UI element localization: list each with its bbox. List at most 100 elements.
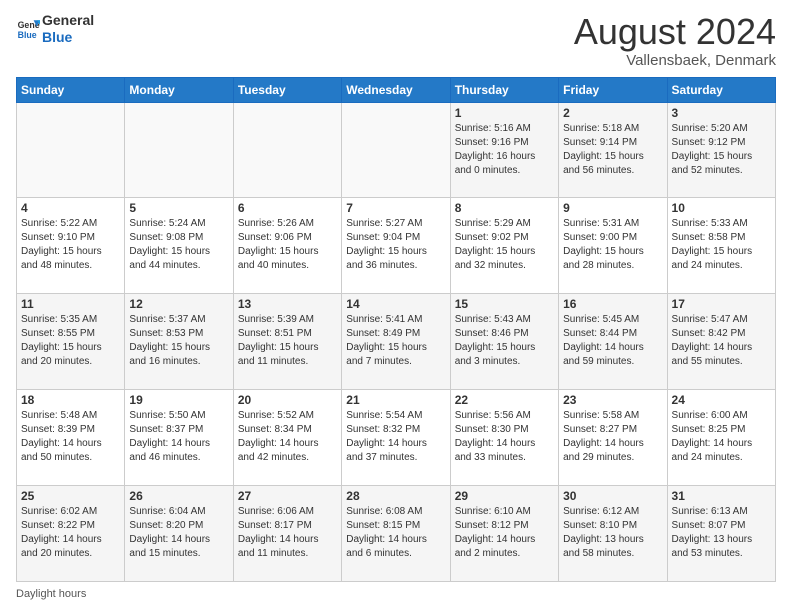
day-number: 8 <box>455 201 554 215</box>
header-row: SundayMondayTuesdayWednesdayThursdayFrid… <box>17 77 776 102</box>
calendar-header: SundayMondayTuesdayWednesdayThursdayFrid… <box>17 77 776 102</box>
day-number: 24 <box>672 393 771 407</box>
day-info: Sunrise: 5:45 AM Sunset: 8:44 PM Dayligh… <box>563 313 662 369</box>
day-info: Sunrise: 6:02 AM Sunset: 8:22 PM Dayligh… <box>21 505 120 561</box>
day-info: Sunrise: 5:29 AM Sunset: 9:02 PM Dayligh… <box>455 217 554 273</box>
day-info: Sunrise: 5:16 AM Sunset: 9:16 PM Dayligh… <box>455 122 554 178</box>
day-info: Sunrise: 5:33 AM Sunset: 8:58 PM Dayligh… <box>672 217 771 273</box>
day-number: 21 <box>346 393 445 407</box>
header-sunday: Sunday <box>17 77 125 102</box>
day-number: 3 <box>672 106 771 120</box>
day-info: Sunrise: 6:10 AM Sunset: 8:12 PM Dayligh… <box>455 505 554 561</box>
day-cell: 20Sunrise: 5:52 AM Sunset: 8:34 PM Dayli… <box>233 390 341 486</box>
day-info: Sunrise: 6:00 AM Sunset: 8:25 PM Dayligh… <box>672 409 771 465</box>
day-info: Sunrise: 5:41 AM Sunset: 8:49 PM Dayligh… <box>346 313 445 369</box>
day-number: 18 <box>21 393 120 407</box>
day-number: 5 <box>129 201 228 215</box>
day-number: 28 <box>346 489 445 503</box>
day-cell: 19 Sunrise: 5:50 AM Sunset: 8:37 PM Dayli… <box>125 390 233 486</box>
day-cell: 4 Sunrise: 5:22 AM Sunset: 9:10 PM Daylig… <box>17 198 125 294</box>
week-row-1: 4 Sunrise: 5:22 AM Sunset: 9:10 PM Daylig… <box>17 198 776 294</box>
day-info: Sunrise: 6:12 AM Sunset: 8:10 PM Dayligh… <box>563 505 662 561</box>
day-cell <box>233 102 341 198</box>
day-info: Sunrise: 5:37 AM Sunset: 8:53 PM Dayligh… <box>129 313 228 369</box>
week-row-0: 1 Sunrise: 5:16 AM Sunset: 9:16 PM Daylig… <box>17 102 776 198</box>
day-number: 10 <box>672 201 771 215</box>
day-cell: 16 Sunrise: 5:45 AM Sunset: 8:44 PM Dayli… <box>559 294 667 390</box>
day-cell: 10 Sunrise: 5:33 AM Sunset: 8:58 PM Dayli… <box>667 198 775 294</box>
day-number: 20 <box>238 393 337 407</box>
day-info: Sunrise: 5:54 AM Sunset: 8:32 PM Dayligh… <box>346 409 445 465</box>
logo-blue: Blue <box>42 29 94 46</box>
header-wednesday: Wednesday <box>342 77 450 102</box>
location-subtitle: Vallensbaek, Denmark <box>574 52 776 69</box>
day-cell: 6 Sunrise: 5:26 AM Sunset: 9:06 PM Daylig… <box>233 198 341 294</box>
page: General Blue General Blue August 2024 Va… <box>0 0 792 612</box>
header-monday: Monday <box>125 77 233 102</box>
header-tuesday: Tuesday <box>233 77 341 102</box>
day-info: Sunrise: 5:50 AM Sunset: 8:37 PM Dayligh… <box>129 409 228 465</box>
day-number: 23 <box>563 393 662 407</box>
day-cell: 18 Sunrise: 5:48 AM Sunset: 8:39 PM Dayli… <box>17 390 125 486</box>
day-info: Sunrise: 6:06 AM Sunset: 8:17 PM Dayligh… <box>238 505 337 561</box>
day-info: Sunrise: 5:31 AM Sunset: 9:00 PM Dayligh… <box>563 217 662 273</box>
day-number: 7 <box>346 201 445 215</box>
day-cell: 26Sunrise: 6:04 AM Sunset: 8:20 PM Dayli… <box>125 486 233 582</box>
title-block: August 2024 Vallensbaek, Denmark <box>574 12 776 69</box>
calendar-table: SundayMondayTuesdayWednesdayThursdayFrid… <box>16 77 776 582</box>
day-number: 31 <box>672 489 771 503</box>
day-cell: 7Sunrise: 5:27 AM Sunset: 9:04 PM Daylig… <box>342 198 450 294</box>
day-number: 9 <box>563 201 662 215</box>
day-cell: 5 Sunrise: 5:24 AM Sunset: 9:08 PM Daylig… <box>125 198 233 294</box>
day-cell: 30Sunrise: 6:12 AM Sunset: 8:10 PM Dayli… <box>559 486 667 582</box>
header-saturday: Saturday <box>667 77 775 102</box>
day-info: Sunrise: 5:18 AM Sunset: 9:14 PM Dayligh… <box>563 122 662 178</box>
day-number: 25 <box>21 489 120 503</box>
day-cell <box>342 102 450 198</box>
week-row-4: 25 Sunrise: 6:02 AM Sunset: 8:22 PM Dayli… <box>17 486 776 582</box>
day-info: Sunrise: 5:24 AM Sunset: 9:08 PM Dayligh… <box>129 217 228 273</box>
day-number: 6 <box>238 201 337 215</box>
day-info: Sunrise: 6:13 AM Sunset: 8:07 PM Dayligh… <box>672 505 771 561</box>
day-cell: 21 Sunrise: 5:54 AM Sunset: 8:32 PM Dayli… <box>342 390 450 486</box>
day-number: 2 <box>563 106 662 120</box>
header-friday: Friday <box>559 77 667 102</box>
day-info: Sunrise: 5:26 AM Sunset: 9:06 PM Dayligh… <box>238 217 337 273</box>
day-cell: 8 Sunrise: 5:29 AM Sunset: 9:02 PM Daylig… <box>450 198 558 294</box>
day-number: 22 <box>455 393 554 407</box>
day-number: 15 <box>455 297 554 311</box>
month-title: August 2024 <box>574 12 776 52</box>
footer-note: Daylight hours <box>16 588 776 600</box>
day-number: 4 <box>21 201 120 215</box>
day-cell: 2 Sunrise: 5:18 AM Sunset: 9:14 PM Daylig… <box>559 102 667 198</box>
day-cell: 17 Sunrise: 5:47 AM Sunset: 8:42 PM Dayli… <box>667 294 775 390</box>
day-info: Sunrise: 5:22 AM Sunset: 9:10 PM Dayligh… <box>21 217 120 273</box>
day-number: 16 <box>563 297 662 311</box>
day-number: 17 <box>672 297 771 311</box>
day-cell <box>125 102 233 198</box>
day-cell: 11Sunrise: 5:35 AM Sunset: 8:55 PM Dayli… <box>17 294 125 390</box>
day-info: Sunrise: 6:04 AM Sunset: 8:20 PM Dayligh… <box>129 505 228 561</box>
day-number: 27 <box>238 489 337 503</box>
day-cell: 24 Sunrise: 6:00 AM Sunset: 8:25 PM Dayli… <box>667 390 775 486</box>
day-cell: 12 Sunrise: 5:37 AM Sunset: 8:53 PM Dayli… <box>125 294 233 390</box>
day-number: 12 <box>129 297 228 311</box>
day-info: Sunrise: 5:56 AM Sunset: 8:30 PM Dayligh… <box>455 409 554 465</box>
day-info: Sunrise: 5:58 AM Sunset: 8:27 PM Dayligh… <box>563 409 662 465</box>
day-number: 13 <box>238 297 337 311</box>
day-cell <box>17 102 125 198</box>
day-number: 14 <box>346 297 445 311</box>
day-number: 19 <box>129 393 228 407</box>
day-cell: 14 Sunrise: 5:41 AM Sunset: 8:49 PM Dayli… <box>342 294 450 390</box>
day-info: Sunrise: 6:08 AM Sunset: 8:15 PM Dayligh… <box>346 505 445 561</box>
day-number: 29 <box>455 489 554 503</box>
day-cell: 13Sunrise: 5:39 AM Sunset: 8:51 PM Dayli… <box>233 294 341 390</box>
day-info: Sunrise: 5:48 AM Sunset: 8:39 PM Dayligh… <box>21 409 120 465</box>
day-info: Sunrise: 5:43 AM Sunset: 8:46 PM Dayligh… <box>455 313 554 369</box>
svg-text:Blue: Blue <box>18 30 37 40</box>
day-number: 1 <box>455 106 554 120</box>
day-info: Sunrise: 5:35 AM Sunset: 8:55 PM Dayligh… <box>21 313 120 369</box>
calendar-body: 1 Sunrise: 5:16 AM Sunset: 9:16 PM Daylig… <box>17 102 776 581</box>
header-thursday: Thursday <box>450 77 558 102</box>
day-info: Sunrise: 5:47 AM Sunset: 8:42 PM Dayligh… <box>672 313 771 369</box>
